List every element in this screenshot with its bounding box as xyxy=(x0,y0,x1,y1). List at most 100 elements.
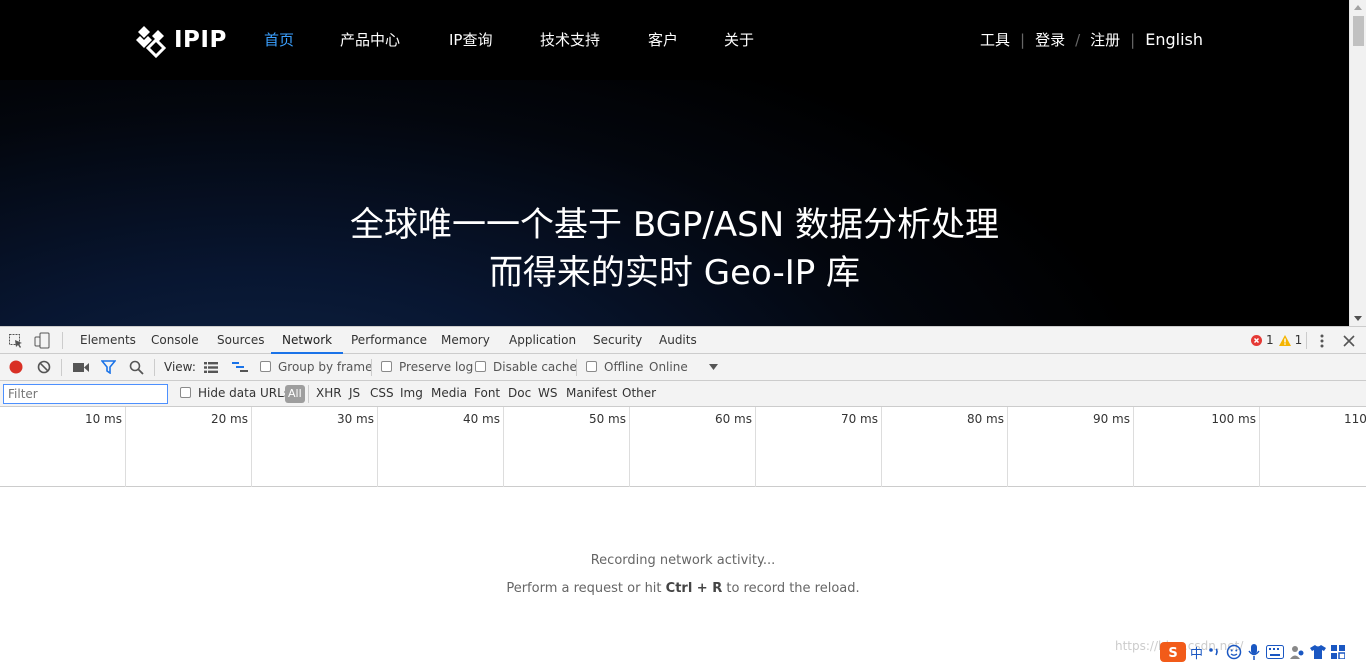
timeline-column: 30 ms xyxy=(252,407,378,487)
filter-bar: Hide data URLs All XHR JS CSS Img Media … xyxy=(0,381,1366,407)
disable-cache-checkbox[interactable] xyxy=(475,361,486,372)
warning-count: 1 xyxy=(1294,333,1303,347)
toolbar-divider xyxy=(576,359,577,376)
tab-application[interactable]: Application xyxy=(498,327,587,354)
logo-text: IPIP xyxy=(174,27,227,53)
tab-security[interactable]: Security xyxy=(582,327,653,354)
timeline-column: 40 ms xyxy=(378,407,504,487)
timeline-column: 80 ms xyxy=(882,407,1008,487)
waterfall-overview-icon[interactable] xyxy=(232,362,248,374)
clear-icon[interactable] xyxy=(37,360,51,374)
nav-support[interactable]: 技术支持 xyxy=(540,29,648,51)
toolbar-divider xyxy=(154,359,155,376)
hide-data-urls-label: Hide data URLs xyxy=(198,386,291,400)
scroll-up-icon[interactable] xyxy=(1354,5,1362,10)
tab-audits[interactable]: Audits xyxy=(648,327,708,354)
punctuation-icon[interactable] xyxy=(1207,645,1221,659)
timeline-overview[interactable]: 10 ms 20 ms 30 ms 40 ms 50 ms 60 ms 70 m… xyxy=(0,407,1366,487)
tab-network[interactable]: Network xyxy=(271,327,344,354)
issue-counters[interactable]: 1 1 xyxy=(1251,333,1302,347)
error-count: 1 xyxy=(1266,333,1274,347)
site-logo[interactable]: IPIP xyxy=(134,22,227,58)
keyboard-icon[interactable] xyxy=(1266,645,1285,659)
microphone-icon[interactable] xyxy=(1247,644,1261,660)
filter-type-all[interactable]: All xyxy=(285,385,305,403)
filter-type-css[interactable]: CSS xyxy=(370,386,394,400)
devtools-tab-bar: Elements Console Sources Network Perform… xyxy=(0,326,1366,354)
hero-title-line1: 全球唯一一个基于 BGP/ASN 数据分析处理 xyxy=(350,205,999,245)
more-options-icon[interactable] xyxy=(1316,333,1328,349)
filter-type-manifest[interactable]: Manifest xyxy=(566,386,617,400)
nav-products[interactable]: 产品中心 xyxy=(340,29,449,51)
hero-title-line2: 而得来的实时 Geo-IP 库 xyxy=(488,253,861,293)
filter-type-doc[interactable]: Doc xyxy=(508,386,531,400)
english-link[interactable]: English xyxy=(1145,29,1203,51)
inspect-element-icon[interactable] xyxy=(8,333,24,349)
filter-type-ws[interactable]: WS xyxy=(538,386,557,400)
separator: / xyxy=(1075,31,1081,49)
filter-type-other[interactable]: Other xyxy=(622,386,656,400)
disable-cache-label: Disable cache xyxy=(493,360,577,374)
timeline-tick: 10 ms xyxy=(84,412,122,426)
preserve-log-checkbox[interactable] xyxy=(381,361,392,372)
timeline-tick: 50 ms xyxy=(588,412,626,426)
timeline-tick: 80 ms xyxy=(966,412,1004,426)
timeline-column: 90 ms xyxy=(1008,407,1134,487)
filter-type-xhr[interactable]: XHR xyxy=(316,386,342,400)
login-link[interactable]: 登录 xyxy=(1035,29,1065,51)
scroll-down-icon[interactable] xyxy=(1354,316,1362,321)
timeline-column: 20 ms xyxy=(126,407,252,487)
chevron-down-icon[interactable] xyxy=(709,364,718,370)
register-link[interactable]: 注册 xyxy=(1090,29,1120,51)
hide-data-urls-checkbox[interactable] xyxy=(180,387,191,398)
tab-console[interactable]: Console xyxy=(140,327,210,354)
timeline-column: 70 ms xyxy=(756,407,882,487)
nav-customers[interactable]: 客户 xyxy=(648,29,724,51)
filter-icon[interactable] xyxy=(101,360,116,374)
main-nav: 首页 产品中心 IP查询 技术支持 客户 关于 xyxy=(264,29,754,51)
reload-shortcut: Ctrl + R xyxy=(665,581,723,596)
filter-input[interactable] xyxy=(3,384,168,404)
group-by-frame-label: Group by frame xyxy=(278,360,373,374)
tab-elements[interactable]: Elements xyxy=(69,327,147,354)
toolbar-divider xyxy=(1306,332,1307,349)
tab-performance[interactable]: Performance xyxy=(340,327,438,354)
nav-ip-lookup[interactable]: IP查询 xyxy=(449,29,540,51)
page-scrollbar[interactable] xyxy=(1349,0,1366,326)
nav-home[interactable]: 首页 xyxy=(264,29,340,51)
timeline-tick: 110 xyxy=(1344,412,1366,426)
emoji-icon[interactable] xyxy=(1226,644,1242,660)
throttling-select[interactable]: Online xyxy=(649,360,688,374)
tab-memory[interactable]: Memory xyxy=(430,327,501,354)
user-nav: 工具 | 登录 / 注册 | English xyxy=(980,29,1203,51)
toolbar-divider xyxy=(62,332,63,349)
offline-checkbox[interactable] xyxy=(586,361,597,372)
large-rows-icon[interactable] xyxy=(204,362,218,373)
scroll-thumb[interactable] xyxy=(1353,16,1364,46)
filter-type-js[interactable]: JS xyxy=(349,386,360,400)
ime-mode-label[interactable]: 中 xyxy=(1190,643,1203,662)
search-icon[interactable] xyxy=(129,360,144,375)
screen: IPIP 首页 产品中心 IP查询 技术支持 客户 关于 工具 | 登录 / 注… xyxy=(0,0,1366,664)
timeline-column: 110 xyxy=(1260,407,1366,487)
tools-link[interactable]: 工具 xyxy=(980,29,1010,51)
group-by-frame-checkbox[interactable] xyxy=(260,361,271,372)
filter-type-media[interactable]: Media xyxy=(431,386,467,400)
device-toolbar-icon[interactable] xyxy=(34,332,50,349)
toolbar-divider xyxy=(61,359,62,376)
website-viewport: IPIP 首页 产品中心 IP查询 技术支持 客户 关于 工具 | 登录 / 注… xyxy=(0,0,1349,326)
nav-about[interactable]: 关于 xyxy=(724,29,754,51)
toolbox-icon[interactable] xyxy=(1331,645,1346,659)
tab-sources[interactable]: Sources xyxy=(206,327,275,354)
close-devtools-icon[interactable] xyxy=(1343,335,1355,347)
skin-icon[interactable] xyxy=(1289,644,1305,660)
filter-type-font[interactable]: Font xyxy=(474,386,500,400)
shirt-icon[interactable] xyxy=(1310,645,1327,659)
reload-hint-prefix: Perform a request or hit xyxy=(506,581,666,596)
capture-screenshots-icon[interactable] xyxy=(73,362,89,373)
record-icon[interactable] xyxy=(9,360,23,374)
ime-logo-icon[interactable]: S xyxy=(1160,642,1186,662)
separator: | xyxy=(1020,31,1026,49)
filter-type-img[interactable]: Img xyxy=(400,386,423,400)
timeline-column: 60 ms xyxy=(630,407,756,487)
